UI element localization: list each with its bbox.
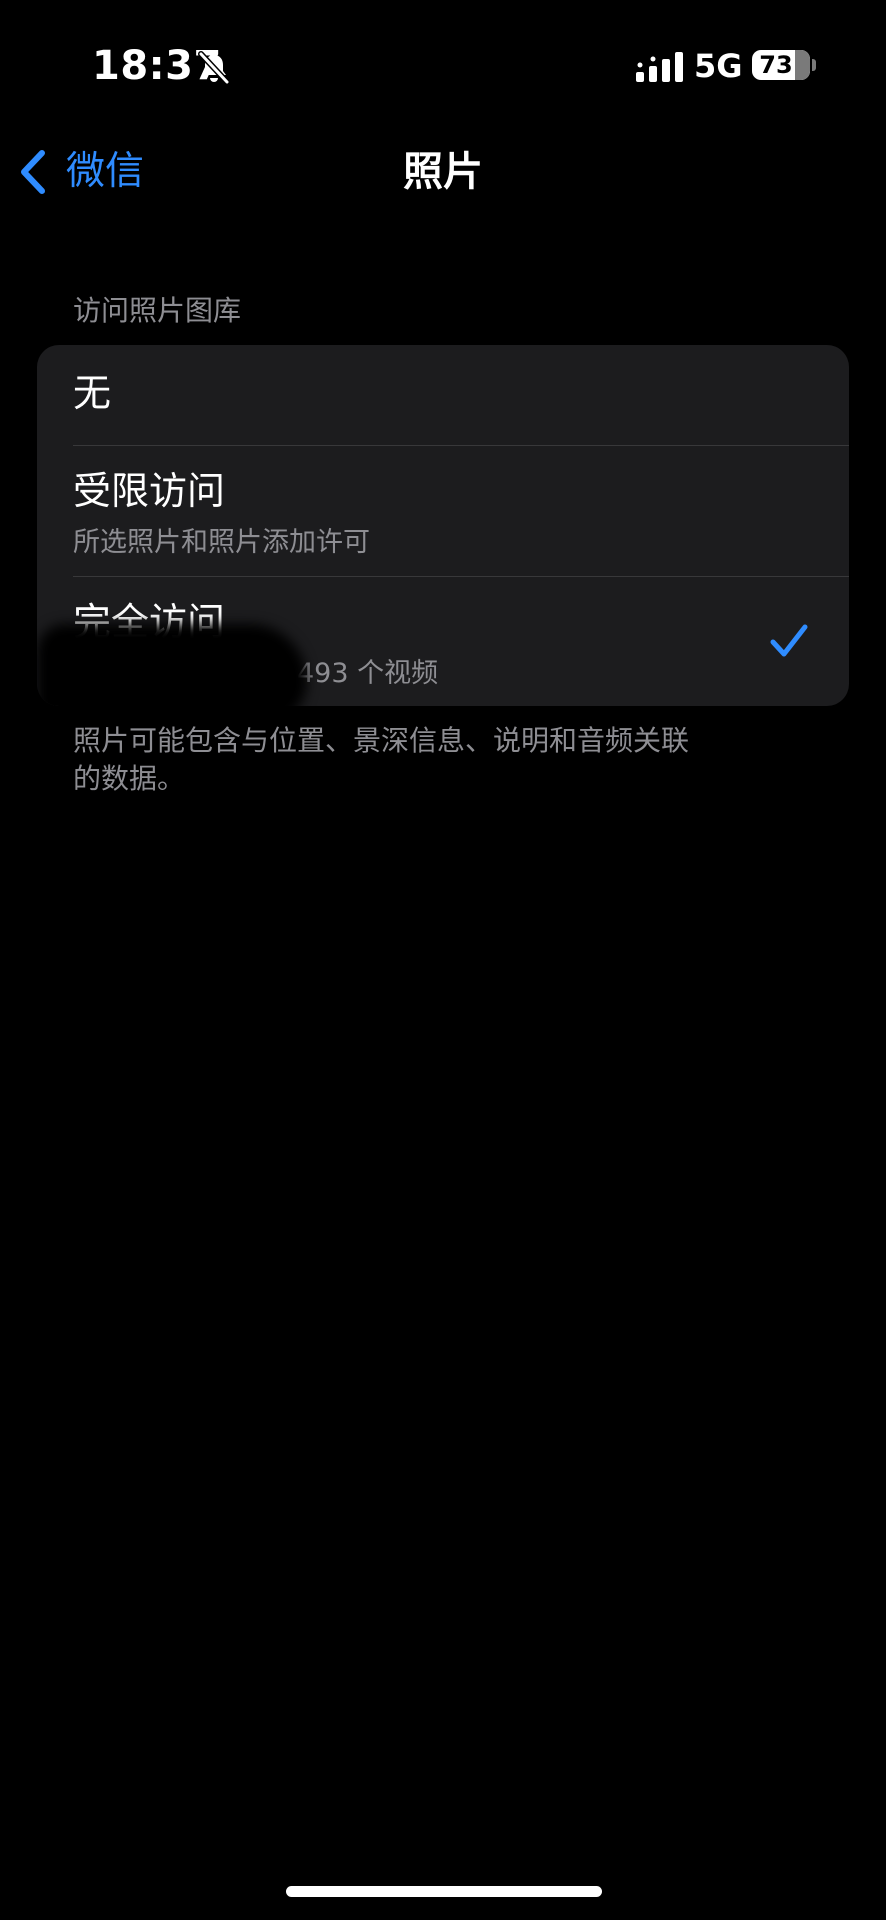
back-button[interactable]: 微信 xyxy=(18,146,144,198)
back-label: 微信 xyxy=(66,149,145,194)
battery-level: 73 xyxy=(759,51,793,79)
battery-icon: 73 xyxy=(752,50,810,80)
option-title: 受限访问 xyxy=(73,469,226,513)
section-header: 访问照片图库 xyxy=(73,294,242,327)
option-none[interactable]: 无 xyxy=(37,345,849,445)
option-subtitle: 493 个视频 xyxy=(297,658,439,689)
option-full-access[interactable]: 完全访问 493 个视频 xyxy=(37,576,849,706)
chevron-left-icon xyxy=(21,150,45,194)
option-subtitle: 所选照片和照片添加许可 xyxy=(73,527,370,558)
battery-cap xyxy=(812,59,816,71)
photo-access-options: 无 受限访问 所选照片和照片添加许可 完全访问 493 个视频 xyxy=(37,345,849,706)
bell-slash-icon xyxy=(198,51,230,85)
checkmark-icon xyxy=(770,624,808,657)
network-type: 5G xyxy=(694,47,743,85)
redaction-mark xyxy=(37,624,307,706)
option-limited-access[interactable]: 受限访问 所选照片和照片添加许可 xyxy=(37,445,849,576)
home-indicator[interactable] xyxy=(286,1886,602,1897)
status-bar: 18:37 5G 73 xyxy=(0,0,886,130)
navigation-bar: 微信 照片 xyxy=(0,130,886,210)
cellular-signal-icon xyxy=(636,52,683,82)
option-title: 无 xyxy=(73,371,112,415)
section-footer: 照片可能包含与位置、景深信息、说明和音频关联的数据。 xyxy=(73,724,690,795)
